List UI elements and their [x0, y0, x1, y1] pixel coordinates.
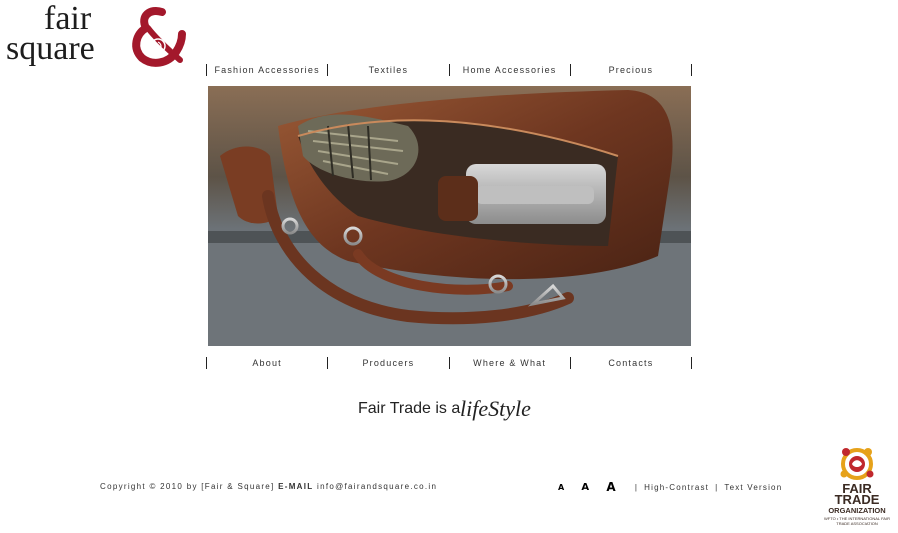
site-logo[interactable]: fair square — [6, 2, 186, 76]
tagline-script-text: lifeStyle — [460, 396, 531, 421]
nav-fashion-accessories[interactable]: Fashion Accessories — [206, 64, 327, 76]
nav-producers[interactable]: Producers — [327, 357, 448, 369]
nav-where-and-what[interactable]: Where & What — [448, 357, 570, 369]
separator: | — [634, 482, 639, 492]
nav-about[interactable]: About — [206, 357, 327, 369]
text-version-link[interactable]: Text Version — [724, 483, 782, 492]
wfto-logo[interactable]: FAIR TRADE ORGANIZATION WFTO • THE INTER… — [824, 444, 890, 528]
separator: | — [715, 482, 719, 492]
hero-photo-leather-bag — [208, 86, 691, 346]
nav-precious[interactable]: Precious — [569, 64, 692, 76]
secondary-navigation: About Producers Where & What Contacts — [206, 357, 692, 371]
font-size-large-button[interactable]: A — [606, 480, 617, 494]
ampersand-logo-icon — [132, 7, 186, 67]
nav-contacts[interactable]: Contacts — [569, 357, 692, 369]
wfto-subtitle: WFTO • THE INTERNATIONAL FAIR TRADE ASSO… — [824, 516, 890, 526]
wfto-word-organization: ORGANIZATION — [828, 506, 886, 515]
tagline: Fair Trade is a lifeStyle — [358, 396, 558, 424]
email-link[interactable]: info@fairandsquare.co.in — [317, 482, 437, 491]
copyright-notice: Copyright © 2010 by [Fair & Square] E-MA… — [100, 482, 437, 491]
main-navigation: Fashion Accessories Textiles Home Access… — [206, 64, 692, 78]
copyright-text: Copyright © 2010 by [Fair & Square] — [100, 482, 275, 491]
email-label: E-MAIL — [278, 482, 314, 491]
high-contrast-link[interactable]: High-Contrast — [644, 483, 709, 492]
nav-home-accessories[interactable]: Home Accessories — [448, 64, 570, 76]
accessibility-tools: A A A | High-Contrast | Text Version — [558, 480, 782, 494]
font-size-small-button[interactable]: A — [558, 483, 565, 492]
leather-bag-image — [208, 86, 691, 346]
font-size-medium-button[interactable]: A — [581, 482, 590, 493]
tagline-text: Fair Trade is a — [358, 400, 461, 417]
wfto-word-trade: TRADE — [834, 492, 880, 507]
logo-word-square: square — [6, 30, 95, 67]
wfto-emblem-icon — [840, 448, 874, 480]
nav-textiles[interactable]: Textiles — [327, 64, 448, 76]
